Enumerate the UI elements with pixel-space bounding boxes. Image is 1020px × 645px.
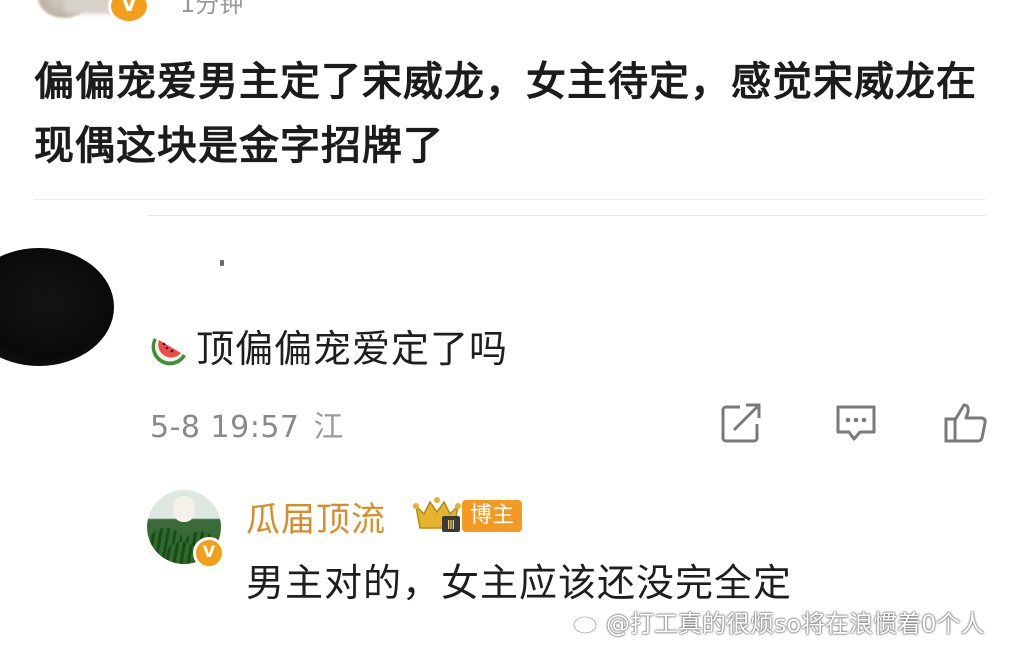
weibo-watermark: @打工真的很烦so将在浪惯着0个人 bbox=[572, 604, 984, 639]
replier-name[interactable]: 瓜届顶流 bbox=[246, 492, 386, 541]
reply-icon[interactable] bbox=[834, 402, 878, 444]
comment-time: 5-8 19:57 bbox=[150, 410, 300, 445]
comment-text: 顶偏偏宠爱定了吗 bbox=[196, 327, 509, 371]
weibo-icon bbox=[573, 611, 600, 634]
comment-location: 江 bbox=[313, 410, 344, 445]
post-time: 1分钟 bbox=[180, 0, 244, 18]
crown-icon: Ⅲ bbox=[413, 497, 461, 532]
blogger-badge: 博主 bbox=[462, 500, 522, 532]
watermark-text: @打工真的很烦so将在浪惯着0个人 bbox=[606, 610, 985, 638]
verified-badge-icon: V bbox=[108, 0, 150, 24]
divider bbox=[34, 199, 986, 200]
commenter-avatar[interactable] bbox=[0, 248, 114, 366]
commenter-name-fragment[interactable] bbox=[220, 260, 224, 266]
share-icon[interactable] bbox=[720, 402, 764, 444]
comment-body: 顶偏偏宠爱定了吗 bbox=[150, 318, 508, 373]
post-text: 偏偏宠爱男主定了宋威龙，女主待定，感觉宋威龙在现偶这块是金字招牌了 bbox=[34, 59, 977, 169]
avatar-dog-shape bbox=[173, 496, 195, 522]
verified-badge-icon: V bbox=[193, 537, 225, 569]
comment-divider bbox=[148, 215, 986, 216]
like-icon[interactable] bbox=[944, 402, 988, 444]
comment-meta: 5-8 19:57 江 bbox=[150, 402, 344, 446]
watermelon-icon bbox=[151, 337, 186, 365]
reply-text: 男主对的，女主应该还没完全定 bbox=[246, 561, 793, 605]
svg-text:Ⅲ: Ⅲ bbox=[447, 518, 455, 532]
